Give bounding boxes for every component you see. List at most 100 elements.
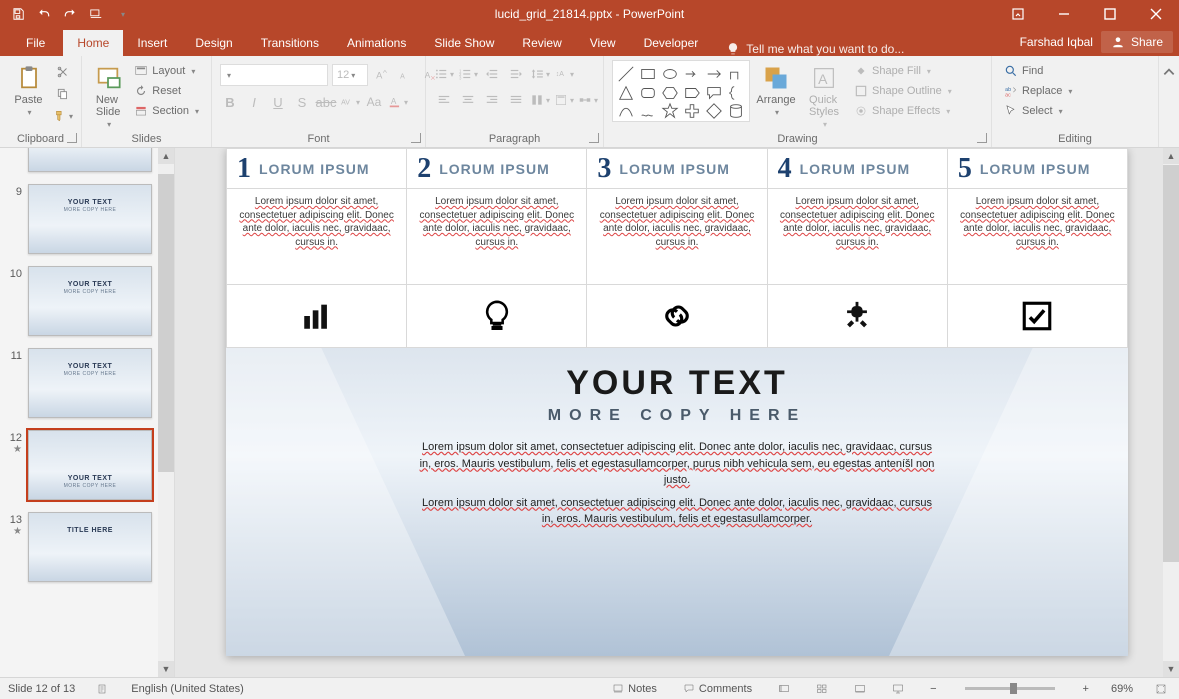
tab-insert[interactable]: Insert (123, 30, 181, 56)
quick-styles-button[interactable]: A Quick Styles (802, 60, 846, 129)
columns-icon[interactable] (530, 90, 550, 110)
font-launcher[interactable] (411, 133, 421, 143)
column-5[interactable]: 5LORUM IPSUM Lorem ipsum dolor sit amet,… (948, 148, 1128, 348)
align-left-icon[interactable] (434, 90, 454, 110)
shrink-font-icon[interactable]: A (396, 65, 416, 85)
tab-file[interactable]: File (8, 30, 63, 56)
col-body[interactable]: Lorem ipsum dolor sit amet, consectetuer… (768, 189, 947, 285)
zoom-in-button[interactable]: + (1079, 683, 1093, 695)
slide-thumb[interactable]: TITLE HERE (28, 512, 152, 582)
hero-title[interactable]: YOUR TEXT (566, 364, 788, 403)
align-right-icon[interactable] (482, 90, 502, 110)
fit-to-window-icon[interactable] (1151, 683, 1171, 695)
slide-thumb[interactable]: YOUR TEXT MORE COPY HERE (28, 348, 152, 418)
layout-button[interactable]: Layout (130, 62, 203, 80)
col-title[interactable]: LORUM IPSUM (619, 161, 730, 177)
canvas-scrollbar[interactable]: ▲ ▼ (1163, 148, 1179, 677)
new-slide-button[interactable]: New Slide (90, 60, 126, 129)
char-spacing-icon[interactable]: AV (340, 92, 360, 112)
language-indicator[interactable]: English (United States) (131, 683, 244, 695)
col-title[interactable]: LORUM IPSUM (980, 161, 1091, 177)
copy-icon[interactable] (53, 84, 73, 104)
reading-view-icon[interactable] (850, 683, 870, 695)
scroll-up-icon[interactable]: ▲ (1163, 148, 1179, 164)
smartart-convert-icon[interactable] (578, 90, 598, 110)
scroll-up-icon[interactable]: ▲ (158, 148, 174, 164)
col-body[interactable]: Lorem ipsum dolor sit amet, consectetuer… (587, 189, 766, 285)
hero-area[interactable]: YOUR TEXT MORE COPY HERE Lorem ipsum dol… (226, 348, 1128, 656)
clipboard-launcher[interactable] (67, 133, 77, 143)
redo-icon[interactable] (58, 2, 82, 26)
collapse-ribbon-icon[interactable] (1159, 62, 1179, 82)
align-text-icon[interactable] (554, 90, 574, 110)
col-title[interactable]: LORUM IPSUM (800, 161, 911, 177)
font-color-icon[interactable]: A (388, 92, 408, 112)
qat-customize-icon[interactable] (110, 2, 134, 26)
tab-review[interactable]: Review (508, 30, 575, 56)
zoom-level[interactable]: 69% (1111, 683, 1133, 695)
tab-view[interactable]: View (576, 30, 630, 56)
replace-button[interactable]: abacReplace (1000, 82, 1076, 100)
thumbs-scrollbar[interactable]: ▲ ▼ (158, 148, 174, 677)
tab-design[interactable]: Design (181, 30, 246, 56)
slide-thumb[interactable]: YOUR TEXT MORE COPY HERE (28, 184, 152, 254)
strikethrough-icon[interactable]: abc (316, 92, 336, 112)
font-size-combo[interactable]: 12 (332, 64, 368, 86)
zoom-slider[interactable] (965, 687, 1055, 690)
slideshow-view-icon[interactable] (888, 683, 908, 695)
hero-body-1[interactable]: Lorem ipsum dolor sit amet, consectetuer… (417, 439, 937, 489)
zoom-out-button[interactable]: − (926, 683, 940, 695)
align-center-icon[interactable] (458, 90, 478, 110)
col-icon[interactable] (587, 285, 766, 347)
shape-effects-button[interactable]: Shape Effects (850, 102, 956, 120)
bullets-icon[interactable] (434, 64, 454, 84)
slide-canvas[interactable]: 1LORUM IPSUM Lorem ipsum dolor sit amet,… (226, 148, 1128, 656)
col-icon[interactable] (227, 285, 406, 347)
undo-icon[interactable] (32, 2, 56, 26)
share-button[interactable]: Share (1101, 31, 1173, 53)
slide-thumb[interactable]: YOUR TEXT MORE COPY HERE (28, 266, 152, 336)
column-4[interactable]: 4LORUM IPSUM Lorem ipsum dolor sit amet,… (768, 148, 948, 348)
slide-counter[interactable]: Slide 12 of 13 (8, 683, 75, 695)
scroll-down-icon[interactable]: ▼ (158, 661, 174, 677)
paste-button[interactable]: Paste (8, 60, 49, 117)
column-3[interactable]: 3LORUM IPSUM Lorem ipsum dolor sit amet,… (587, 148, 767, 348)
numbering-icon[interactable]: 123 (458, 64, 478, 84)
bold-icon[interactable]: B (220, 92, 240, 112)
col-title[interactable]: LORUM IPSUM (439, 161, 550, 177)
col-body[interactable]: Lorem ipsum dolor sit amet, consectetuer… (948, 189, 1127, 285)
reset-button[interactable]: Reset (130, 82, 203, 100)
tab-home[interactable]: Home (63, 30, 123, 56)
change-case-icon[interactable]: Aa (364, 92, 384, 112)
underline-icon[interactable]: U (268, 92, 288, 112)
spell-check-icon[interactable] (93, 683, 113, 695)
tell-me-search[interactable]: Tell me what you want to do... (712, 42, 918, 56)
font-name-combo[interactable] (220, 64, 328, 86)
close-icon[interactable] (1133, 0, 1179, 28)
hero-body-2[interactable]: Lorem ipsum dolor sit amet, consectetuer… (417, 495, 937, 528)
tab-developer[interactable]: Developer (630, 30, 713, 56)
start-from-beginning-icon[interactable] (84, 2, 108, 26)
col-icon[interactable] (407, 285, 586, 347)
tab-animations[interactable]: Animations (333, 30, 420, 56)
scroll-thumb[interactable] (158, 174, 174, 472)
column-1[interactable]: 1LORUM IPSUM Lorem ipsum dolor sit amet,… (226, 148, 407, 348)
cut-icon[interactable] (53, 62, 73, 82)
comments-button[interactable]: Comments (679, 683, 756, 695)
ribbon-options-icon[interactable] (995, 0, 1041, 28)
user-name[interactable]: Farshad Iqbal (1020, 35, 1093, 49)
paragraph-launcher[interactable] (589, 133, 599, 143)
sorter-view-icon[interactable] (812, 683, 832, 695)
grow-font-icon[interactable]: A (372, 65, 392, 85)
tab-transitions[interactable]: Transitions (247, 30, 333, 56)
find-button[interactable]: Find (1000, 62, 1076, 80)
increase-indent-icon[interactable] (506, 64, 526, 84)
scroll-down-icon[interactable]: ▼ (1163, 661, 1179, 677)
slide-thumb[interactable]: YOUR TEXT (28, 148, 152, 172)
slide-thumb[interactable]: YOUR TEXT MORE COPY HERE (28, 430, 152, 500)
shadow-icon[interactable]: S (292, 92, 312, 112)
scroll-thumb[interactable] (1163, 165, 1179, 563)
normal-view-icon[interactable] (774, 683, 794, 695)
drawing-launcher[interactable] (977, 133, 987, 143)
text-direction-icon[interactable]: ↕A (554, 64, 574, 84)
